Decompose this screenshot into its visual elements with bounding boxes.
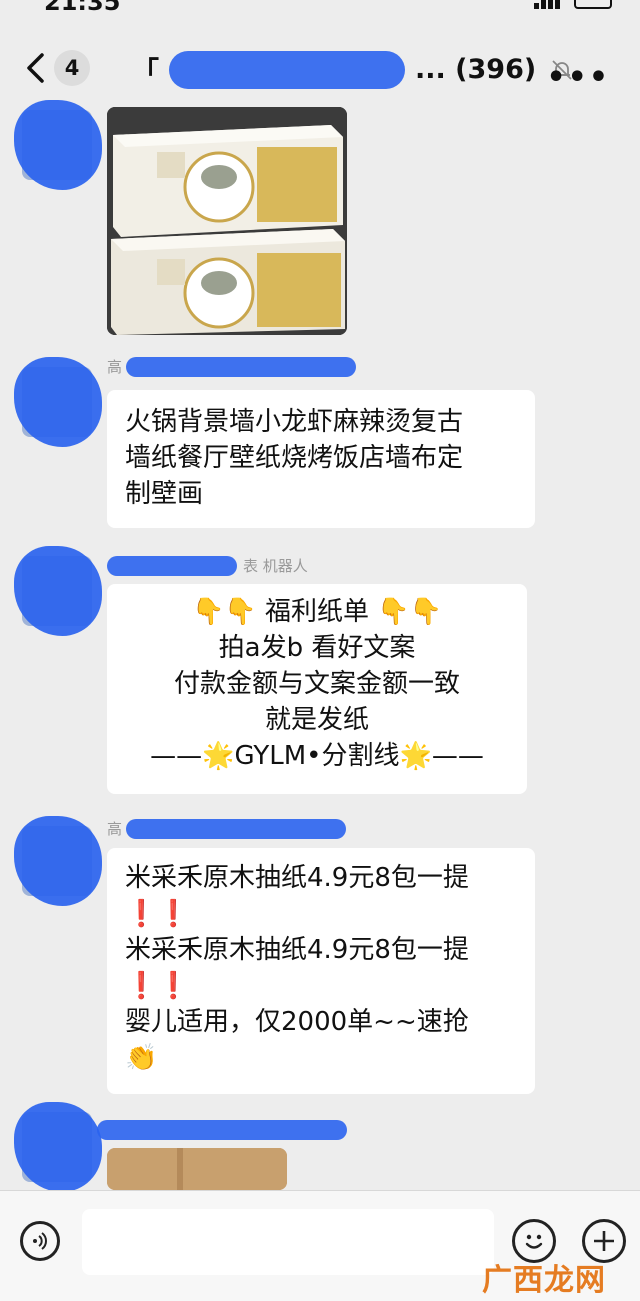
- avatar[interactable]: [14, 1102, 102, 1192]
- name-redaction: [97, 1120, 347, 1140]
- text-message-bubble[interactable]: 👇👇 福利纸单 👇👇 拍a发b 看好文案 付款金额与文案金额一致 就是发纸 ——…: [107, 584, 527, 794]
- image-message[interactable]: [107, 1148, 287, 1190]
- sender-name: 表 机器人: [107, 555, 308, 576]
- avatar[interactable]: [14, 100, 102, 190]
- message-line: ——🌟GYLM•分割线🌟——: [150, 741, 484, 771]
- sender-name-text: 表 机器人: [243, 557, 308, 575]
- sender-name-text: 高: [107, 820, 123, 838]
- avatar-redaction: [14, 546, 102, 636]
- chat-title: 「 ... (396): [132, 50, 574, 89]
- message-line: 制壁画: [125, 479, 204, 509]
- name-redaction: [126, 818, 347, 839]
- chat-header: 4 「 ... (396) •••: [0, 30, 640, 108]
- avatar[interactable]: [14, 357, 102, 447]
- cardboard-box-image: [107, 1148, 287, 1190]
- member-count: ... (396): [415, 54, 537, 85]
- message-line: 就是发纸: [264, 705, 369, 735]
- battery-icon: [574, 0, 612, 9]
- message-line: 婴儿适用，仅2000单~~速抢: [125, 1007, 469, 1037]
- image-message[interactable]: [107, 107, 347, 335]
- status-time: 21:35: [44, 0, 121, 16]
- name-redaction: [107, 555, 237, 576]
- back-icon[interactable]: [22, 52, 52, 84]
- avatar-redaction: [14, 816, 102, 906]
- sender-name-text: 高: [107, 358, 123, 376]
- more-options-icon[interactable]: •••: [546, 60, 610, 95]
- message-line: 火锅背景墙小龙虾麻辣烫复古: [125, 407, 464, 437]
- avatar[interactable]: [14, 546, 102, 636]
- message-line: ❗️❗️: [125, 899, 190, 929]
- text-message-bubble[interactable]: 火锅背景墙小龙虾麻辣烫复古 墙纸餐厅壁纸烧烤饭店墙布定 制壁画: [107, 390, 535, 528]
- avatar-redaction: [14, 100, 102, 190]
- tissue-product-image: [107, 107, 347, 335]
- message-line: ❗️❗️: [125, 971, 190, 1001]
- title-redaction: [169, 50, 405, 89]
- avatar[interactable]: [14, 816, 102, 906]
- sender-name: [97, 1120, 347, 1140]
- unread-count-badge[interactable]: 4: [54, 50, 90, 86]
- voice-input-icon[interactable]: [20, 1221, 60, 1261]
- sender-name: 高: [107, 356, 357, 377]
- signal-icon: [534, 0, 562, 9]
- input-bar: 广西龙网: [0, 1190, 640, 1301]
- status-bar: 21:35: [0, 0, 640, 16]
- message-line: 拍a发b 看好文案: [218, 633, 416, 663]
- sender-name: 高: [107, 818, 347, 839]
- message-line: 👇👇 福利纸单 👇👇: [191, 597, 443, 627]
- text-message-bubble[interactable]: 米采禾原木抽纸4.9元8包一提 ❗️❗️ 米采禾原木抽纸4.9元8包一提 ❗️❗…: [107, 848, 535, 1094]
- title-prefix: 「: [132, 57, 159, 88]
- avatar-redaction: [14, 1102, 102, 1192]
- message-line: 墙纸餐厅壁纸烧烤饭店墙布定: [125, 443, 464, 473]
- status-icons: [534, 0, 612, 9]
- avatar-redaction: [14, 357, 102, 447]
- name-redaction: [126, 356, 357, 377]
- message-line: 米采禾原木抽纸4.9元8包一提: [125, 935, 469, 965]
- message-line: 👏: [125, 1043, 158, 1073]
- site-watermark: 广西龙网: [482, 1263, 606, 1298]
- message-line: 付款金额与文案金额一致: [173, 669, 460, 699]
- message-line: 米采禾原木抽纸4.9元8包一提: [125, 863, 469, 893]
- message-input[interactable]: [82, 1209, 494, 1275]
